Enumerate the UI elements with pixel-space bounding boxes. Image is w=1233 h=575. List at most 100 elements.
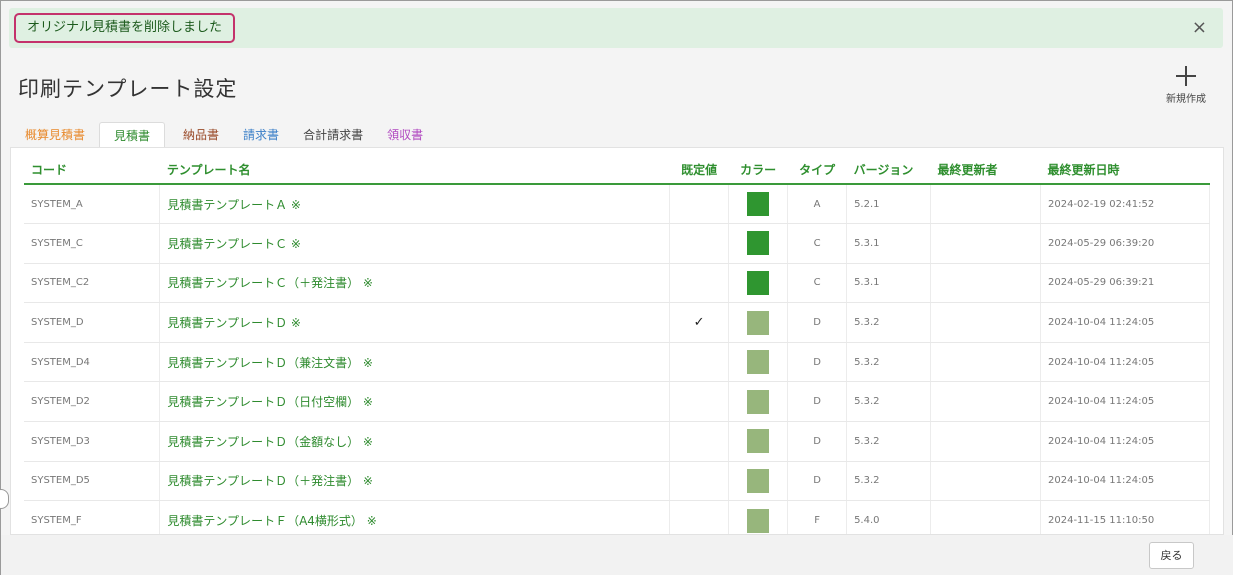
row-updated: 2024-05-29 06:39:21 bbox=[1040, 263, 1210, 304]
row-updater bbox=[930, 302, 1041, 343]
plus-icon bbox=[1176, 66, 1196, 86]
row-updated: 2024-11-15 11:10:50 bbox=[1040, 500, 1210, 534]
table-row[interactable]: SYSTEM_D 見積書テンプレートＤ ※ ✓ D 5.3.2 2024-10-04 11… bbox=[24, 302, 1210, 343]
default-check-icon: ✓ bbox=[693, 315, 705, 331]
row-updater bbox=[930, 263, 1041, 304]
footer-bar bbox=[1, 535, 1233, 575]
new-template-button[interactable]: 新規作成 bbox=[1161, 65, 1211, 105]
row-code: SYSTEM_D5 bbox=[24, 461, 161, 502]
color-swatch bbox=[747, 231, 770, 256]
row-version: 5.4.0 bbox=[846, 500, 932, 534]
color-swatch bbox=[747, 468, 770, 493]
row-template-name-link[interactable]: 見積書テンプレートＣ（＋発注書） ※ bbox=[159, 263, 671, 304]
row-version: 5.3.2 bbox=[846, 342, 932, 383]
row-code: SYSTEM_D bbox=[24, 302, 161, 343]
row-type: D bbox=[787, 302, 848, 343]
row-version: 5.3.1 bbox=[846, 223, 932, 264]
table-row[interactable]: SYSTEM_C 見積書テンプレートＣ ※ C 5.3.1 2024-05-29 06:… bbox=[24, 223, 1210, 264]
row-template-name-link[interactable]: 見積書テンプレートＤ ※ bbox=[159, 302, 671, 343]
row-template-name-link[interactable]: 見積書テンプレートＤ（＋発注書） ※ bbox=[159, 461, 671, 502]
row-updated: 2024-10-04 11:24:05 bbox=[1040, 381, 1210, 423]
row-template-name-link[interactable]: 見積書テンプレートＤ（兼注文書） ※ bbox=[159, 342, 671, 383]
tab-2[interactable]: 納品書 bbox=[173, 122, 229, 148]
row-type: D bbox=[787, 342, 848, 383]
header-name[interactable]: テンプレート名 bbox=[159, 156, 670, 185]
new-template-label: 新規作成 bbox=[1166, 94, 1206, 105]
row-code: SYSTEM_A bbox=[24, 184, 161, 225]
row-updated: 2024-10-04 11:24:05 bbox=[1040, 421, 1210, 462]
header-updater[interactable]: 最終更新者 bbox=[930, 156, 1041, 185]
row-template-name-link[interactable]: 見積書テンプレートＤ（日付空欄） ※ bbox=[159, 381, 671, 423]
row-code: SYSTEM_D3 bbox=[24, 421, 161, 462]
row-default-cell bbox=[669, 421, 730, 462]
row-color-cell bbox=[728, 302, 789, 343]
table-row[interactable]: SYSTEM_A 見積書テンプレートＡ ※ A 5.2.1 2024-02-19 02:… bbox=[24, 184, 1210, 225]
template-list-panel: コード テンプレート名 既定値 カラー タイプ バージョン 最終更新者 最終更新… bbox=[10, 147, 1224, 535]
close-icon[interactable]: × bbox=[1192, 17, 1207, 39]
table-row[interactable]: SYSTEM_D5 見積書テンプレートＤ（＋発注書） ※ D 5.3.2 2024-10… bbox=[24, 461, 1210, 502]
row-code: SYSTEM_D4 bbox=[24, 342, 161, 383]
tab-3[interactable]: 請求書 bbox=[233, 122, 289, 148]
color-swatch bbox=[747, 270, 770, 295]
row-template-name-link[interactable]: 見積書テンプレートＤ（金額なし） ※ bbox=[159, 421, 671, 462]
table-header-row: コード テンプレート名 既定値 カラー タイプ バージョン 最終更新者 最終更新… bbox=[24, 156, 1210, 185]
row-updater bbox=[930, 342, 1041, 383]
color-swatch bbox=[747, 389, 770, 414]
header-updated[interactable]: 最終更新日時 bbox=[1040, 156, 1210, 185]
row-type: D bbox=[787, 461, 848, 502]
template-table: コード テンプレート名 既定値 カラー タイプ バージョン 最終更新者 最終更新… bbox=[24, 156, 1210, 534]
table-row[interactable]: SYSTEM_F 見積書テンプレートＦ（A4横形式） ※ F 5.4.0 2024-11… bbox=[24, 500, 1210, 534]
side-panel-handle[interactable] bbox=[0, 489, 9, 509]
header-color[interactable]: カラー bbox=[728, 156, 788, 185]
header-code[interactable]: コード bbox=[24, 156, 160, 185]
row-updater bbox=[930, 421, 1041, 462]
row-type: C bbox=[787, 223, 848, 264]
row-type: F bbox=[787, 500, 848, 534]
row-updater bbox=[930, 223, 1041, 264]
row-updated: 2024-10-04 11:24:05 bbox=[1040, 461, 1210, 502]
row-color-cell bbox=[728, 184, 789, 225]
row-color-cell bbox=[728, 421, 789, 462]
tab-1[interactable]: 見積書 bbox=[99, 122, 166, 148]
table-row[interactable]: SYSTEM_D3 見積書テンプレートＤ（金額なし） ※ D 5.3.2 2024-10… bbox=[24, 421, 1210, 462]
header-version[interactable]: バージョン bbox=[846, 156, 931, 185]
row-version: 5.3.2 bbox=[846, 421, 932, 462]
page-title: 印刷テンプレート設定 bbox=[18, 77, 238, 101]
tab-5[interactable]: 領収書 bbox=[377, 122, 433, 148]
row-template-name-link[interactable]: 見積書テンプレートＣ ※ bbox=[159, 223, 671, 264]
color-swatch bbox=[747, 310, 770, 335]
row-updated: 2024-10-04 11:24:05 bbox=[1040, 342, 1210, 383]
color-swatch bbox=[747, 429, 770, 454]
table-row[interactable]: SYSTEM_C2 見積書テンプレートＣ（＋発注書） ※ C 5.3.1 2024-05… bbox=[24, 263, 1210, 304]
row-updated: 2024-10-04 11:24:05 bbox=[1040, 302, 1210, 343]
row-default-cell: ✓ bbox=[669, 302, 730, 343]
row-default-cell bbox=[669, 381, 730, 423]
notification-banner: オリジナル見積書を削除しました × bbox=[9, 8, 1223, 48]
table-row[interactable]: SYSTEM_D2 見積書テンプレートＤ（日付空欄） ※ D 5.3.2 2024-10… bbox=[24, 381, 1210, 423]
table-row[interactable]: SYSTEM_D4 見積書テンプレートＤ（兼注文書） ※ D 5.3.2 2024-10… bbox=[24, 342, 1210, 383]
row-updater bbox=[930, 500, 1041, 534]
header-type[interactable]: タイプ bbox=[787, 156, 847, 185]
row-default-cell bbox=[669, 263, 730, 304]
row-type: D bbox=[787, 421, 848, 462]
row-version: 5.3.2 bbox=[846, 381, 932, 423]
row-code: SYSTEM_C2 bbox=[24, 263, 161, 304]
row-updated: 2024-02-19 02:41:52 bbox=[1040, 184, 1210, 225]
header-default[interactable]: 既定値 bbox=[669, 156, 729, 185]
row-template-name-link[interactable]: 見積書テンプレートＦ（A4横形式） ※ bbox=[159, 500, 671, 534]
row-updater bbox=[930, 381, 1041, 423]
row-version: 5.3.2 bbox=[846, 461, 932, 502]
row-color-cell bbox=[728, 461, 789, 502]
color-swatch bbox=[747, 192, 770, 217]
row-default-cell bbox=[669, 223, 730, 264]
tab-4[interactable]: 合計請求書 bbox=[293, 122, 373, 148]
notification-message: オリジナル見積書を削除しました bbox=[14, 13, 236, 43]
tab-0[interactable]: 概算見積書 bbox=[15, 122, 95, 148]
row-version: 5.2.1 bbox=[846, 184, 932, 225]
row-template-name-link[interactable]: 見積書テンプレートＡ ※ bbox=[159, 184, 671, 225]
back-button[interactable]: 戻る bbox=[1149, 542, 1194, 569]
row-color-cell bbox=[728, 342, 789, 383]
color-swatch bbox=[747, 508, 770, 533]
document-type-tabs: 概算見積書 見積書 納品書 請求書 合計請求書 領収書 bbox=[15, 122, 437, 148]
row-color-cell bbox=[728, 263, 789, 304]
